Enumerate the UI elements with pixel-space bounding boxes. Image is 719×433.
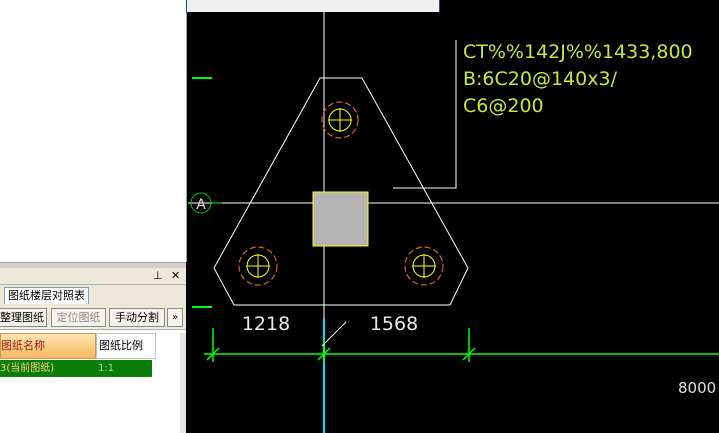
column-header-name[interactable]: 图纸名称 (0, 333, 96, 359)
locate-drawing-button[interactable]: 定位图纸 (51, 308, 106, 327)
vertical-scrollbar[interactable] (180, 333, 186, 433)
panel-tabstrip: 图纸楼层对照表 (0, 285, 186, 305)
canvas-background (188, 12, 719, 433)
manual-split-button[interactable]: 手动分割 (109, 308, 165, 327)
dimension-text-left[interactable]: 1218 (242, 313, 290, 335)
cad-canvas[interactable]: A CT%%142J%%1433,800 B:6C20@140x3/ C6@20… (188, 12, 719, 433)
annotation-line-2[interactable]: B:6C20@140x3/ (463, 68, 618, 90)
pin-icon[interactable]: ⊥ (153, 269, 163, 283)
panel-toolbar: 整理图纸 定位图纸 手动分割 » (0, 305, 186, 330)
dimension-text-right[interactable]: 1568 (370, 313, 418, 335)
drawing-list-area (0, 0, 187, 262)
left-dock-panel: ⊥ ✕ 图纸楼层对照表 整理图纸 定位图纸 手动分割 » 图纸名称 图纸比例 3… (0, 0, 187, 433)
axis-label: A (196, 197, 206, 213)
annotation-line-1[interactable]: CT%%142J%%1433,800 (463, 41, 693, 63)
tab-drawing-floor-table[interactable]: 图纸楼层对照表 (4, 287, 89, 304)
annotation-line-3[interactable]: C6@200 (463, 95, 544, 117)
panel-title-bar: ⊥ ✕ (0, 268, 186, 285)
cell-drawing-scale: 1:1 (98, 363, 115, 374)
manage-drawings-button[interactable]: 整理图纸 (0, 308, 47, 327)
table-row[interactable]: 3(当前图纸) 1:1 (0, 360, 152, 377)
cell-drawing-name: 3(当前图纸) (0, 363, 55, 374)
column-header-scale[interactable]: 图纸比例 (96, 333, 156, 359)
column-rect[interactable] (312, 191, 369, 247)
right-edge-label[interactable]: 8000 (678, 379, 716, 397)
close-icon[interactable]: ✕ (171, 269, 180, 283)
toolbar-more-button[interactable]: » (167, 308, 183, 327)
